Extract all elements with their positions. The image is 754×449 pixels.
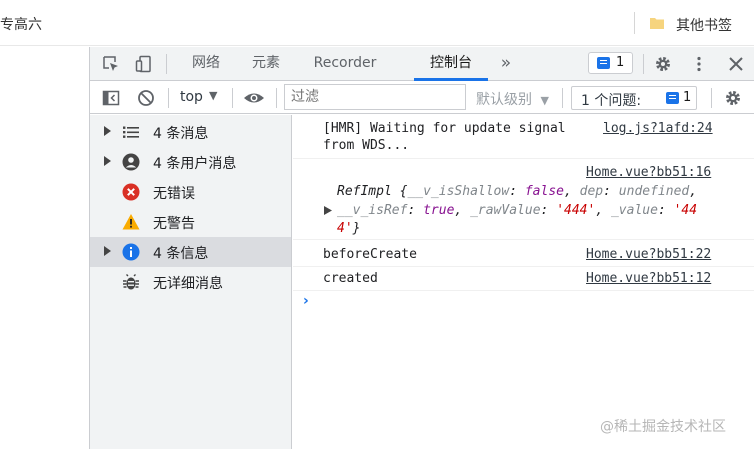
bookmark-item[interactable]: 专高六 (0, 14, 42, 34)
watermark: @稀土掘金技术社区 (600, 419, 726, 435)
folder-icon (650, 18, 664, 29)
list-icon (123, 126, 139, 138)
toolbar-divider (643, 54, 644, 74)
expand-arrow-icon[interactable] (104, 246, 111, 256)
sidebar-item-user-messages[interactable]: 4 条用户消息 (90, 147, 291, 177)
inspect-element-icon[interactable] (102, 55, 120, 73)
messages-badge-count: 1 (616, 55, 625, 70)
chevron-down-icon: ▼ (209, 89, 218, 102)
bookmarks-bar: 专高六 其他书签 (0, 0, 754, 46)
error-icon (122, 183, 140, 201)
settings-gear-icon[interactable] (654, 55, 672, 73)
more-options-icon[interactable] (690, 55, 708, 73)
filter-input[interactable] (284, 84, 466, 110)
toolbar-divider (168, 88, 169, 108)
property-key: _rawValue (470, 203, 541, 218)
console-settings-gear-icon[interactable] (724, 89, 742, 107)
console-output: [HMR] Waiting for update signal from WDS… (293, 115, 754, 449)
sidebar-item-label: 无详细消息 (153, 276, 223, 292)
issues-label: 1 个问题: (581, 93, 642, 109)
property-value: '444' (556, 203, 596, 218)
property-key: _value (610, 203, 658, 218)
clear-console-icon[interactable] (137, 89, 155, 107)
devtools-panel: 网络 元素 Recorder 控制台 » 1 top ▼ 过滤 默认级别 ▼ 1… (90, 47, 754, 449)
console-message: [HMR] Waiting for update signal from WDS… (293, 115, 754, 159)
page-content (0, 47, 90, 449)
source-link[interactable]: Home.vue?bb51:22 (586, 247, 711, 262)
sidebar-item-label: 4 条用户消息 (153, 156, 237, 172)
console-message: created Home.vue?bb51:12 (293, 267, 754, 291)
property-value: false (524, 184, 564, 199)
object-name: RefImpl (337, 184, 392, 199)
sidebar-item-label: 无错误 (153, 186, 195, 202)
bug-icon (123, 274, 139, 290)
sidebar-item-label: 4 条信息 (153, 246, 209, 262)
tab-network[interactable]: 网络 (182, 47, 230, 81)
issues-button[interactable]: 1 个问题: 1 (571, 86, 697, 110)
sidebar-item-label: 4 条消息 (153, 126, 209, 142)
expand-arrow-icon[interactable] (104, 126, 111, 136)
toolbar-divider (276, 88, 277, 108)
active-tab-indicator (414, 78, 488, 81)
device-toolbar-icon[interactable] (135, 55, 153, 73)
messages-badge[interactable]: 1 (588, 52, 633, 74)
object-close: } (352, 221, 361, 236)
object-preview-line: __v_isRef: true, _rawValue: '444', _valu… (337, 203, 698, 218)
message-text: created (323, 271, 378, 286)
property-value: true (423, 203, 455, 218)
toolbar-divider (232, 88, 233, 108)
source-link[interactable]: log.js?1afd:24 (603, 121, 713, 136)
log-levels-label: 默认级别 (476, 92, 532, 108)
console-prompt[interactable]: › (303, 293, 309, 309)
property-value: undefined (618, 184, 690, 199)
property-value: 4' (337, 221, 353, 236)
close-icon[interactable] (727, 55, 745, 73)
more-tabs-button[interactable]: » (494, 47, 518, 81)
property-key: dep (579, 184, 604, 199)
console-message: Home.vue?bb51:16 RefImpl {__v_isShallow:… (293, 160, 754, 240)
sidebar-item-verbose[interactable]: 无详细消息 (90, 267, 291, 297)
expand-object-icon[interactable] (324, 206, 332, 215)
message-text: [HMR] Waiting for update signal (323, 121, 566, 136)
console-toolbar: top ▼ 默认级别 ▼ 1 个问题: 1 (90, 82, 754, 114)
chevron-down-icon: ▼ (540, 94, 549, 107)
bookmark-separator (634, 12, 635, 34)
property-key: __v_isShallow (407, 184, 510, 199)
console-message: beforeCreate Home.vue?bb51:22 (293, 241, 754, 267)
tab-recorder-label: Recorder (313, 55, 377, 71)
source-link[interactable]: Home.vue?bb51:12 (586, 271, 711, 286)
toolbar-divider (166, 54, 167, 74)
message-icon (597, 57, 610, 69)
expand-arrow-icon[interactable] (104, 156, 111, 166)
context-selector[interactable]: top (180, 89, 203, 105)
tab-elements[interactable]: 元素 (242, 47, 290, 81)
live-expression-eye-icon[interactable] (243, 89, 265, 107)
message-text: from WDS... (323, 138, 410, 153)
sidebar-item-label: 无警告 (153, 216, 195, 232)
sidebar-item-info[interactable]: 4 条信息 (90, 237, 291, 267)
console-sidebar: 4 条消息 4 条用户消息 无错误 无警告 4 条信息 无详细消息 (90, 115, 292, 449)
object-preview[interactable]: RefImpl {__v_isShallow: false, dep: unde… (337, 184, 697, 199)
property-key: __v_isRef (337, 203, 408, 218)
message-text: beforeCreate (323, 247, 417, 262)
issue-icon (666, 92, 679, 104)
issues-count: 1 (683, 90, 692, 105)
sidebar-item-warnings[interactable]: 无警告 (90, 207, 291, 237)
warning-icon (122, 214, 140, 230)
info-icon (122, 243, 140, 261)
tab-console[interactable]: 控制台 (414, 47, 488, 81)
source-link[interactable]: Home.vue?bb51:16 (586, 165, 711, 180)
devtools-tabbar: 网络 元素 Recorder 控制台 » 1 (90, 47, 754, 102)
toolbar-divider (711, 88, 712, 108)
tab-recorder[interactable]: Recorder (306, 47, 384, 102)
sidebar-item-errors[interactable]: 无错误 (90, 177, 291, 207)
toolbar-divider (562, 88, 563, 108)
user-icon (122, 153, 140, 171)
property-value: '44 (673, 203, 698, 218)
log-levels-dropdown[interactable]: 默认级别 ▼ (476, 89, 549, 109)
object-preview-line: 4'} (337, 221, 360, 236)
sidebar-toggle-icon[interactable] (102, 89, 120, 107)
sidebar-item-messages[interactable]: 4 条消息 (90, 117, 291, 147)
other-bookmarks-button[interactable]: 其他书签 (676, 15, 732, 35)
